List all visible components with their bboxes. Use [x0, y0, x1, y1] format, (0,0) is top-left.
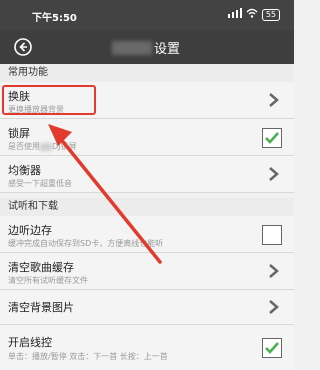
- annotation-arrow-icon: [48, 124, 162, 264]
